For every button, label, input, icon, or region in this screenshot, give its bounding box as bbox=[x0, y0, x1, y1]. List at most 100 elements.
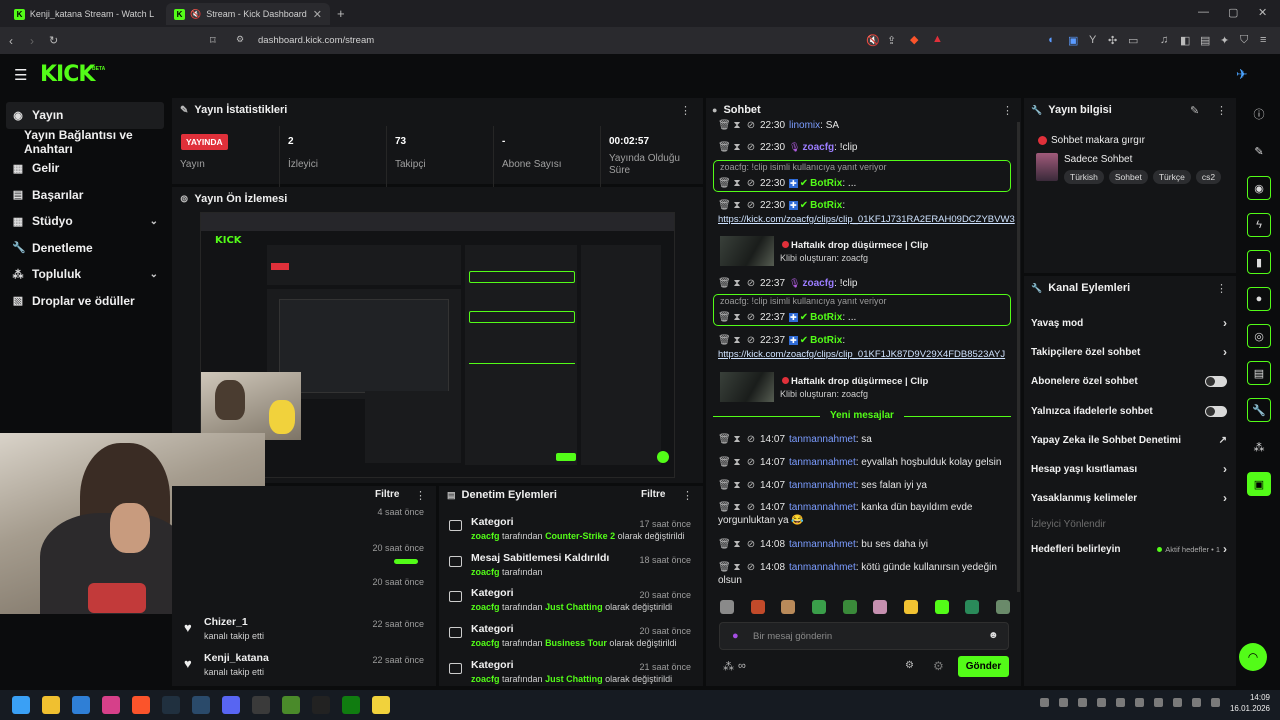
delete-message-icon[interactable]: 🗑 bbox=[718, 562, 731, 573]
volume-icon[interactable] bbox=[1116, 698, 1125, 707]
wallet-icon[interactable]: ▤ bbox=[1200, 34, 1210, 47]
mic-icon[interactable] bbox=[1154, 698, 1163, 707]
sidebar-item[interactable]: 🔧 Denetleme bbox=[0, 235, 170, 262]
clip-link[interactable]: https://kick.com/zoacfg/clips/clip_01KF1… bbox=[718, 214, 1015, 225]
emote-icon[interactable] bbox=[811, 600, 826, 614]
webcam-icon[interactable]: ◉ bbox=[1247, 176, 1271, 200]
share-icon[interactable]: ⇪ bbox=[887, 34, 896, 47]
tag-chip[interactable]: cs2 bbox=[1195, 170, 1222, 184]
emote-icon[interactable] bbox=[720, 600, 734, 614]
chat-scrollbar[interactable] bbox=[1017, 122, 1020, 592]
chat-username[interactable]: tanmannahmet bbox=[789, 539, 856, 550]
chevron-right-icon[interactable]: › bbox=[1223, 542, 1227, 556]
timeout-icon[interactable]: ⧗ bbox=[732, 278, 742, 289]
clock[interactable]: 14:09 16.01.2026 bbox=[1218, 693, 1270, 713]
delete-message-icon[interactable]: 🗑 bbox=[718, 457, 731, 468]
chat-message[interactable]: 🗑 ⧗ ⊘ 22:30 🎙 zoacfg: !clip bbox=[718, 142, 857, 153]
chat-username[interactable]: tanmannahmet bbox=[789, 457, 856, 468]
kick-logo[interactable]: KICK bbox=[40, 62, 95, 87]
delete-message-icon[interactable]: 🗑 bbox=[718, 480, 731, 491]
chat-username[interactable]: BotRix bbox=[810, 200, 842, 211]
ban-icon[interactable]: ⊘ bbox=[746, 142, 756, 153]
chat-bubble-icon[interactable]: ● bbox=[1247, 287, 1271, 311]
sidebar-item[interactable]: ◉ Yayın bbox=[6, 102, 164, 129]
emote-icon[interactable] bbox=[965, 600, 980, 614]
toggle-switch[interactable] bbox=[1205, 375, 1227, 387]
delete-message-icon[interactable]: 🗑 bbox=[718, 142, 731, 153]
delete-message-icon[interactable]: 🗑 bbox=[718, 335, 731, 346]
delete-message-icon[interactable]: 🗑 bbox=[718, 434, 731, 445]
ban-icon[interactable]: ⊘ bbox=[746, 480, 756, 491]
pikachu-icon[interactable] bbox=[372, 696, 390, 714]
broadcast-icon[interactable]: ◎ bbox=[1247, 324, 1271, 348]
clip-card[interactable]: Haftalık drop düşürmece | Clip Klibi oluş… bbox=[718, 236, 1008, 268]
sidebar-item[interactable]: ⁂ Topluluk ⌄ bbox=[0, 261, 170, 288]
chat-message[interactable]: 🗑 ⧗ ⊘ 22:30 linomix: SA bbox=[718, 120, 839, 131]
xbox-icon[interactable] bbox=[342, 696, 360, 714]
browser-tab-2[interactable]: K 🔇 Stream - Kick Dashboard ✕ bbox=[166, 3, 330, 25]
sidebar-item[interactable]: Yayın Bağlantısı ve Anahtarı bbox=[0, 128, 170, 156]
vpn-icon[interactable]: ⛉ bbox=[1240, 34, 1248, 47]
steam-icon[interactable] bbox=[192, 696, 210, 714]
channel-action-item[interactable]: Hedefleri belirleyin Aktif hedefler • 1 › bbox=[1031, 542, 1227, 556]
toggle-switch[interactable] bbox=[1205, 405, 1227, 417]
channel-action-item[interactable]: Takipçilere özel sohbet › bbox=[1031, 345, 1227, 359]
translate-icon[interactable]: ▣ bbox=[1068, 34, 1078, 47]
ban-icon[interactable]: ⊘ bbox=[746, 502, 756, 513]
sidebar-item[interactable]: ▦ Gelir bbox=[0, 155, 170, 182]
chat-users-icon[interactable]: ⁂ bbox=[723, 660, 734, 673]
chevron-down-icon[interactable]: ⌄ bbox=[150, 216, 158, 227]
nvidia-icon[interactable] bbox=[1059, 698, 1068, 707]
more-options-icon[interactable]: ⋮ bbox=[1002, 104, 1013, 117]
delete-message-icon[interactable]: 🗑 bbox=[718, 502, 731, 513]
music-icon[interactable]: ♫ bbox=[1160, 34, 1168, 46]
hamburger-menu-icon[interactable]: ☰ bbox=[14, 66, 27, 84]
widgets-icon[interactable] bbox=[72, 696, 90, 714]
ban-icon[interactable]: ⊘ bbox=[746, 335, 756, 346]
delete-message-icon[interactable]: 🗑 bbox=[718, 120, 731, 131]
minimize-icon[interactable]: — bbox=[1198, 6, 1209, 18]
brave-browser-icon[interactable] bbox=[132, 696, 150, 714]
send-button[interactable]: Gönder bbox=[958, 656, 1009, 677]
ban-icon[interactable]: ⊘ bbox=[746, 539, 756, 550]
tag-chip[interactable]: Türkish bbox=[1064, 170, 1104, 184]
emote-icon[interactable] bbox=[903, 600, 918, 614]
site-info-icon[interactable]: ⚙ bbox=[236, 34, 244, 45]
mute-site-icon[interactable]: 🔇 bbox=[866, 34, 880, 47]
ban-icon[interactable]: ⊘ bbox=[746, 562, 756, 573]
info-icon[interactable]: ⓘ bbox=[1247, 102, 1271, 126]
battery-icon[interactable] bbox=[1135, 698, 1144, 707]
timeout-icon[interactable]: ⧗ bbox=[732, 142, 742, 153]
timeout-icon[interactable]: ⧗ bbox=[732, 457, 742, 468]
brave-shield-icon[interactable]: ◆ bbox=[910, 33, 918, 46]
chat-message[interactable]: 🗑 ⧗ ⊘ 22:37 ✚ ✔ BotRix: bbox=[718, 335, 845, 346]
chat-message[interactable]: 🗑 ⧗ ⊘ 14:07 tanmannahmet: ses falan iyi ya bbox=[718, 480, 927, 491]
timeout-icon[interactable]: ⧗ bbox=[732, 312, 742, 323]
emote-icon[interactable] bbox=[995, 600, 1010, 614]
chat-username[interactable]: tanmannahmet bbox=[789, 434, 856, 445]
chevron-right-icon[interactable]: › bbox=[1223, 462, 1227, 476]
bookmark-icon[interactable]: ⌑ bbox=[210, 34, 216, 47]
new-tab-icon[interactable]: + bbox=[337, 6, 345, 21]
mic-icon[interactable]: ● bbox=[732, 630, 739, 642]
emote-icon[interactable] bbox=[934, 600, 949, 614]
chat-message[interactable]: 🗑 ⧗ ⊘ 14:07 tanmannahmet: eyvallah hoşbulduk… bbox=[718, 457, 1001, 468]
moderation-user[interactable]: zoacfg bbox=[471, 602, 500, 612]
timeout-icon[interactable]: ⧗ bbox=[732, 335, 742, 346]
sidebar-item[interactable]: ▦ Stüdyo ⌄ bbox=[0, 208, 170, 235]
chat-message[interactable]: 🗑 ⧗ ⊘ 14:07 tanmannahmet: sa bbox=[718, 434, 872, 445]
chat-message[interactable]: 🗑 ⧗ ⊘ 22:37 🎙 zoacfg: !clip bbox=[718, 278, 857, 289]
wrench-icon[interactable]: 🔧 bbox=[1247, 398, 1271, 422]
ban-icon[interactable]: ⊘ bbox=[746, 178, 756, 189]
timeout-icon[interactable]: ⧗ bbox=[732, 539, 742, 550]
ban-icon[interactable]: ⊘ bbox=[746, 278, 756, 289]
chat-username[interactable]: zoacfg bbox=[802, 278, 834, 289]
emote-icon[interactable] bbox=[781, 600, 796, 614]
channel-action-item[interactable]: Abonelere özel sohbet bbox=[1031, 374, 1227, 388]
delete-message-icon[interactable]: 🗑 bbox=[718, 178, 731, 189]
chat-username[interactable]: tanmannahmet bbox=[789, 562, 856, 573]
activity-filter-button[interactable]: Filtre bbox=[375, 489, 399, 500]
menu-icon[interactable]: ≡ bbox=[1260, 34, 1266, 46]
moderation-user[interactable]: zoacfg bbox=[471, 674, 500, 684]
game-icon[interactable] bbox=[252, 696, 270, 714]
